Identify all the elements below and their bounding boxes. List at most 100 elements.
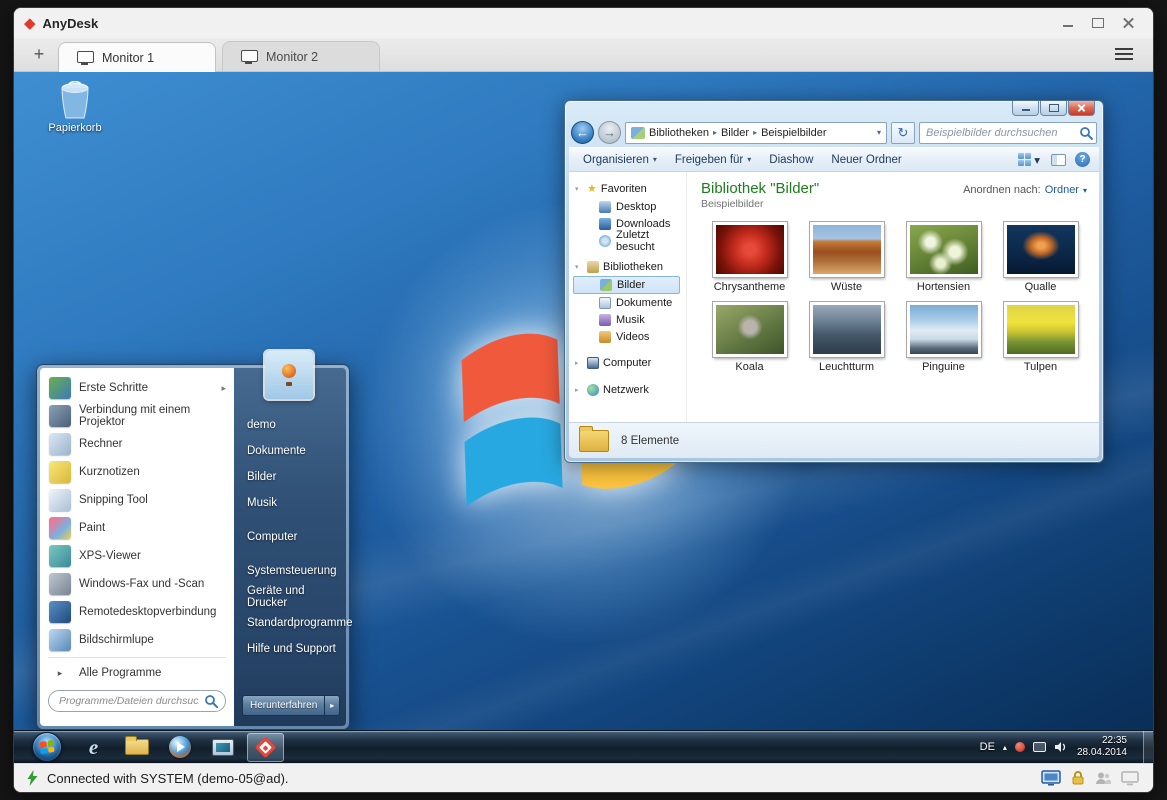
forward-button[interactable]: → — [598, 121, 621, 144]
action-center-icon[interactable] — [1015, 742, 1025, 752]
picture-item[interactable]: Chrysantheme — [701, 222, 798, 293]
volume-icon[interactable] — [1054, 741, 1067, 753]
taskbar-anydesk[interactable] — [247, 733, 284, 762]
taskbar-media-player[interactable] — [161, 733, 198, 762]
back-button[interactable]: ← — [571, 121, 594, 144]
explorer-search-input[interactable] — [919, 122, 1097, 144]
anydesk-icon — [255, 736, 276, 757]
tab-monitor-1[interactable]: Monitor 1 — [58, 42, 216, 72]
all-programs-item[interactable]: ▸ Alle Programme — [40, 661, 234, 685]
help-icon[interactable]: ? — [1075, 152, 1090, 167]
start-menu-control-panel[interactable]: Systemsteuerung — [234, 558, 346, 584]
explorer-close-button[interactable] — [1068, 101, 1095, 116]
start-button[interactable] — [32, 732, 62, 762]
menu-icon[interactable] — [1115, 48, 1133, 61]
nav-item-music[interactable]: Musik — [573, 311, 686, 328]
nav-item-pictures[interactable]: Bilder — [573, 276, 680, 294]
picture-thumbnail — [810, 302, 884, 357]
tab-monitor-2[interactable]: Monitor 2 — [222, 41, 380, 71]
picture-item[interactable]: Tulpen — [992, 302, 1089, 373]
all-programs-arrow-icon: ▸ — [49, 668, 71, 679]
start-menu-help[interactable]: Hilfe und Support — [234, 636, 346, 662]
expander-icon[interactable]: ▸ — [575, 359, 583, 367]
picture-item[interactable]: Pinguine — [895, 302, 992, 373]
start-menu-item[interactable]: Rechner — [40, 430, 234, 458]
start-menu-item[interactable]: Snipping Tool — [40, 486, 234, 514]
documents-library-icon — [599, 297, 611, 309]
start-menu-item[interactable]: Windows-Fax und -Scan — [40, 570, 234, 598]
taskbar-explorer[interactable] — [118, 733, 155, 762]
nav-item-documents[interactable]: Dokumente — [573, 294, 686, 311]
start-menu-pictures[interactable]: Bilder — [234, 464, 346, 490]
picture-item[interactable]: Koala — [701, 302, 798, 373]
network-tray-icon[interactable] — [1033, 742, 1046, 752]
start-search-input[interactable] — [48, 690, 226, 712]
nav-group-favorites[interactable]: ▾ ★ Favoriten — [573, 180, 686, 198]
star-icon: ★ — [587, 184, 597, 195]
picture-item[interactable]: Wüste — [798, 222, 895, 293]
show-desktop-button[interactable] — [1143, 731, 1153, 764]
picture-item[interactable]: Hortensien — [895, 222, 992, 293]
minimize-button[interactable] — [1053, 13, 1083, 33]
refresh-button[interactable]: ↻ — [891, 122, 915, 144]
breadcrumb-segment[interactable]: Bilder — [721, 127, 749, 139]
start-menu-item[interactable]: Kurznotizen — [40, 458, 234, 486]
start-menu-item[interactable]: Remotedesktopverbindung — [40, 598, 234, 626]
navigation-pane: ▾ ★ Favoriten Desktop Downloads — [569, 172, 687, 422]
search-icon — [1079, 126, 1093, 140]
shutdown-options-arrow[interactable]: ▸ — [324, 695, 340, 716]
nav-item-computer[interactable]: ▸ Computer — [573, 354, 686, 372]
breadcrumb-segment[interactable]: Beispielbilder — [761, 127, 826, 139]
expander-icon[interactable]: ▸ — [575, 386, 583, 394]
start-menu-item-label: Rechner — [79, 438, 122, 450]
picture-item[interactable]: Leuchtturm — [798, 302, 895, 373]
nav-item-desktop[interactable]: Desktop — [573, 198, 686, 215]
share-button[interactable]: Freigeben für ▾ — [667, 151, 759, 169]
start-menu-item[interactable]: Bildschirmlupe — [40, 626, 234, 654]
start-menu-music[interactable]: Musik — [234, 490, 346, 516]
taskbar-app[interactable] — [204, 733, 241, 762]
user-avatar[interactable] — [265, 351, 313, 399]
arrange-by-label: Anordnen nach: — [963, 184, 1041, 196]
slideshow-button[interactable]: Diashow — [761, 151, 821, 169]
views-button[interactable]: ▾ — [1013, 151, 1045, 169]
breadcrumb-segment[interactable]: Bibliotheken — [649, 127, 709, 139]
start-menu-devices[interactable]: Geräte und Drucker — [234, 584, 346, 610]
new-folder-button[interactable]: Neuer Ordner — [823, 151, 909, 169]
shutdown-button[interactable]: Herunterfahren — [242, 695, 324, 716]
maximize-button[interactable] — [1083, 13, 1113, 33]
new-tab-button[interactable]: + — [28, 44, 50, 65]
language-indicator[interactable]: DE — [980, 741, 995, 753]
breadcrumb[interactable]: Bibliotheken ▸ Bilder ▸ Beispielbilder ▾ — [625, 122, 887, 144]
divider — [48, 657, 226, 658]
nav-item-videos[interactable]: Videos — [573, 328, 686, 345]
start-menu-item[interactable]: Erste Schritte ▸ — [40, 374, 234, 402]
recycle-bin[interactable]: Papierkorb — [42, 80, 108, 134]
start-menu-default-programs[interactable]: Standardprogramme — [234, 610, 346, 636]
taskbar-clock[interactable]: 22:35 28.04.2014 — [1077, 735, 1127, 759]
close-button[interactable] — [1113, 13, 1143, 33]
library-icon — [631, 127, 645, 139]
taskbar-internet-explorer[interactable]: e — [75, 733, 112, 762]
nav-group-libraries[interactable]: ▾ Bibliotheken — [573, 258, 686, 276]
nav-item-recent[interactable]: Zuletzt besucht — [573, 232, 686, 249]
tray-expand-icon[interactable]: ▴ — [1003, 743, 1007, 752]
organize-button[interactable]: Organisieren ▾ — [575, 151, 665, 169]
arrange-by-value[interactable]: Ordner — [1045, 184, 1079, 196]
explorer-minimize-button[interactable] — [1012, 101, 1039, 116]
start-menu-user[interactable]: demo — [234, 412, 346, 438]
expander-icon[interactable]: ▾ — [575, 263, 583, 271]
address-dropdown-icon[interactable]: ▾ — [877, 128, 881, 137]
start-menu-item[interactable]: Paint — [40, 514, 234, 542]
remote-desktop[interactable]: Papierkorb ← → Bibliotheken — [14, 72, 1153, 763]
explorer-maximize-button[interactable] — [1040, 101, 1067, 116]
start-menu-documents[interactable]: Dokumente — [234, 438, 346, 464]
nav-item-network[interactable]: ▸ Netzwerk — [573, 381, 686, 399]
start-menu-item[interactable]: XPS-Viewer — [40, 542, 234, 570]
start-menu-computer[interactable]: Computer — [234, 524, 346, 550]
picture-item[interactable]: Qualle — [992, 222, 1089, 293]
start-menu-item[interactable]: Verbindung mit einem Projektor — [40, 402, 234, 430]
expander-icon[interactable]: ▾ — [575, 185, 583, 193]
tab-bar: + Monitor 1 Monitor 2 — [14, 38, 1153, 72]
preview-pane-icon[interactable] — [1051, 154, 1066, 166]
